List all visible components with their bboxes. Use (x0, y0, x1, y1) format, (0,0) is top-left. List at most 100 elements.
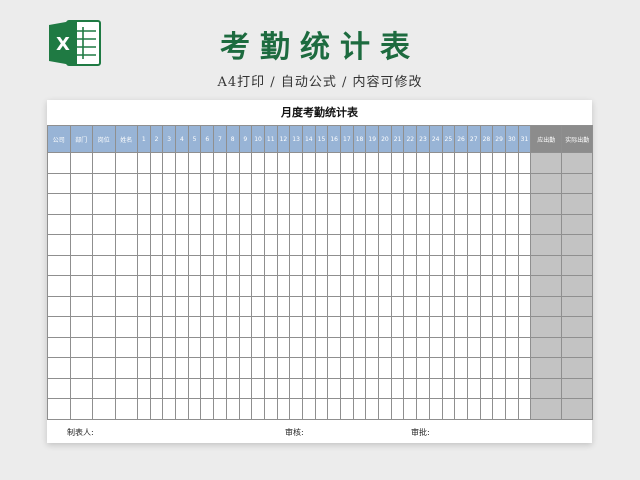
table-cell (47, 398, 71, 420)
table-cell (378, 213, 392, 235)
table-cell (428, 193, 443, 215)
column-header: 19 (365, 125, 380, 153)
table-cell (47, 234, 71, 256)
table-cell (301, 254, 316, 276)
table-cell (403, 295, 418, 317)
table-cell (47, 316, 71, 338)
table-cell (213, 213, 227, 235)
table-cell (327, 275, 341, 297)
table-cell (378, 357, 392, 379)
page-title: 考勤统计表 (220, 30, 420, 65)
table-cell (225, 254, 240, 276)
table-cell (479, 254, 494, 276)
table-cell (301, 398, 316, 420)
table-cell (251, 234, 265, 256)
table-cell (200, 152, 215, 174)
table-cell (162, 316, 177, 338)
table-cell (314, 336, 329, 358)
table-cell (301, 213, 316, 235)
table-row (47, 275, 594, 297)
table-cell (200, 336, 215, 358)
table-cell (251, 152, 265, 174)
table-cell (428, 275, 443, 297)
table-cell (137, 295, 151, 317)
table-cell (137, 172, 151, 194)
table-cell (378, 193, 392, 215)
table-cell (114, 295, 138, 317)
table-cell (149, 377, 164, 399)
footer-approver-label: 审批: (411, 428, 430, 437)
table-cell (530, 275, 563, 297)
table-cell (479, 193, 494, 215)
table-cell (327, 398, 341, 420)
table-cell (492, 172, 506, 194)
table-cell (187, 213, 202, 235)
table-cell (162, 234, 177, 256)
column-header: 应出勤 (530, 125, 563, 153)
table-cell (340, 213, 354, 235)
table-cell (365, 193, 380, 215)
column-header: 25 (441, 125, 456, 153)
table-cell (289, 172, 303, 194)
table-cell (276, 193, 291, 215)
table-cell (479, 213, 494, 235)
table-cell (416, 213, 430, 235)
table-cell (175, 172, 189, 194)
table-cell (492, 275, 506, 297)
table-cell (390, 377, 405, 399)
table-cell (314, 295, 329, 317)
table-cell (238, 234, 253, 256)
table-cell (340, 234, 354, 256)
table-cell (187, 234, 202, 256)
table-cell (314, 172, 329, 194)
table-cell (314, 377, 329, 399)
table-cell (175, 316, 189, 338)
table-cell (92, 377, 116, 399)
table-cell (225, 275, 240, 297)
table-cell (352, 377, 367, 399)
table-cell (352, 357, 367, 379)
column-header: 3 (162, 125, 177, 153)
table-cell (276, 377, 291, 399)
table-cell (340, 357, 354, 379)
table-row (47, 316, 594, 338)
table-cell (416, 254, 430, 276)
table-cell (69, 398, 93, 420)
table-cell (263, 152, 278, 174)
table-cell (561, 357, 594, 379)
table-cell (200, 316, 215, 338)
table-cell (137, 213, 151, 235)
table-cell (441, 152, 456, 174)
table-cell (466, 275, 481, 297)
table-cell (466, 316, 481, 338)
table-cell (289, 295, 303, 317)
table-cell (238, 398, 253, 420)
column-header: 30 (504, 125, 519, 153)
table-cell (149, 398, 164, 420)
table-cell (403, 234, 418, 256)
table-cell (365, 336, 380, 358)
table-cell (149, 275, 164, 297)
table-cell (479, 398, 494, 420)
table-cell (92, 193, 116, 215)
table-cell (365, 398, 380, 420)
table-cell (466, 152, 481, 174)
table-cell (213, 357, 227, 379)
table-cell (200, 377, 215, 399)
table-cell (416, 316, 430, 338)
table-cell (403, 316, 418, 338)
table-cell (225, 213, 240, 235)
table-cell (466, 213, 481, 235)
table-cell (251, 316, 265, 338)
table-cell (441, 193, 456, 215)
table-cell (428, 398, 443, 420)
table-cell (47, 336, 71, 358)
table-cell (327, 152, 341, 174)
table-cell (352, 213, 367, 235)
table-cell (390, 152, 405, 174)
column-header: 4 (175, 125, 189, 153)
table-cell (149, 295, 164, 317)
table-cell (263, 275, 278, 297)
table-cell (289, 234, 303, 256)
table-cell (114, 172, 138, 194)
